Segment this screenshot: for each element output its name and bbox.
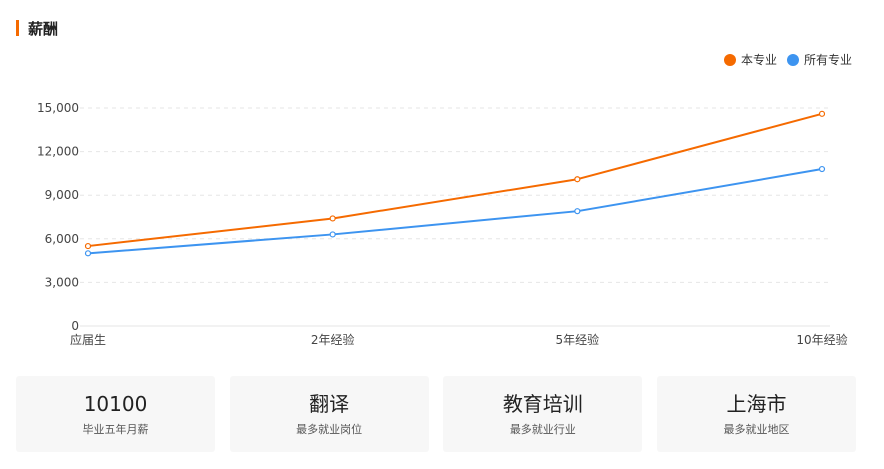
series-point-1: [84, 250, 92, 257]
summary-cards: 10100 毕业五年月薪 翻译 最多就业岗位 教育培训 最多就业行业 上海市 最…: [16, 376, 856, 452]
card-value: 上海市: [726, 392, 787, 416]
y-tick-label: 12,000: [37, 145, 79, 159]
y-tick-label: 3,000: [45, 275, 79, 289]
series-point-1: [818, 165, 826, 173]
series-line-0: [87, 112, 823, 248]
summary-card-region: 上海市 最多就业地区: [656, 376, 856, 452]
x-tick-label: 5年经验: [556, 332, 600, 347]
card-label: 毕业五年月薪: [82, 423, 149, 436]
y-tick-label: 6,000: [45, 232, 79, 246]
y-tick-label: 15,000: [37, 101, 79, 115]
summary-card-salary: 10100 毕业五年月薪: [16, 376, 215, 452]
card-value: 教育培训: [502, 392, 583, 416]
card-value: 10100: [83, 392, 148, 416]
series-point-1: [574, 208, 581, 215]
series-point-0: [84, 242, 92, 250]
y-tick-label: 0: [71, 319, 79, 333]
card-label: 最多就业岗位: [296, 423, 363, 436]
card-value: 翻译: [309, 392, 350, 416]
y-tick-label: 9,000: [45, 188, 79, 202]
card-label: 最多就业行业: [509, 423, 576, 436]
x-tick-label: 应届生: [70, 332, 106, 347]
summary-card-industry: 教育培训 最多就业行业: [443, 376, 643, 452]
series-point-0: [329, 215, 336, 222]
salary-line-chart: 0 3,000 6,000 9,000 12,000 15,000 应届生 2年经验 5年经验 1…: [37, 101, 848, 347]
series-point-0: [574, 176, 581, 183]
card-label: 最多就业地区: [723, 423, 790, 436]
summary-card-position: 翻译 最多就业岗位: [229, 376, 429, 452]
x-tick-label: 2年经验: [311, 332, 355, 347]
x-tick-label: 10年经验: [796, 332, 847, 347]
series-line-1: [87, 168, 823, 255]
series-point-0: [818, 110, 826, 117]
series-point-1: [329, 231, 336, 238]
